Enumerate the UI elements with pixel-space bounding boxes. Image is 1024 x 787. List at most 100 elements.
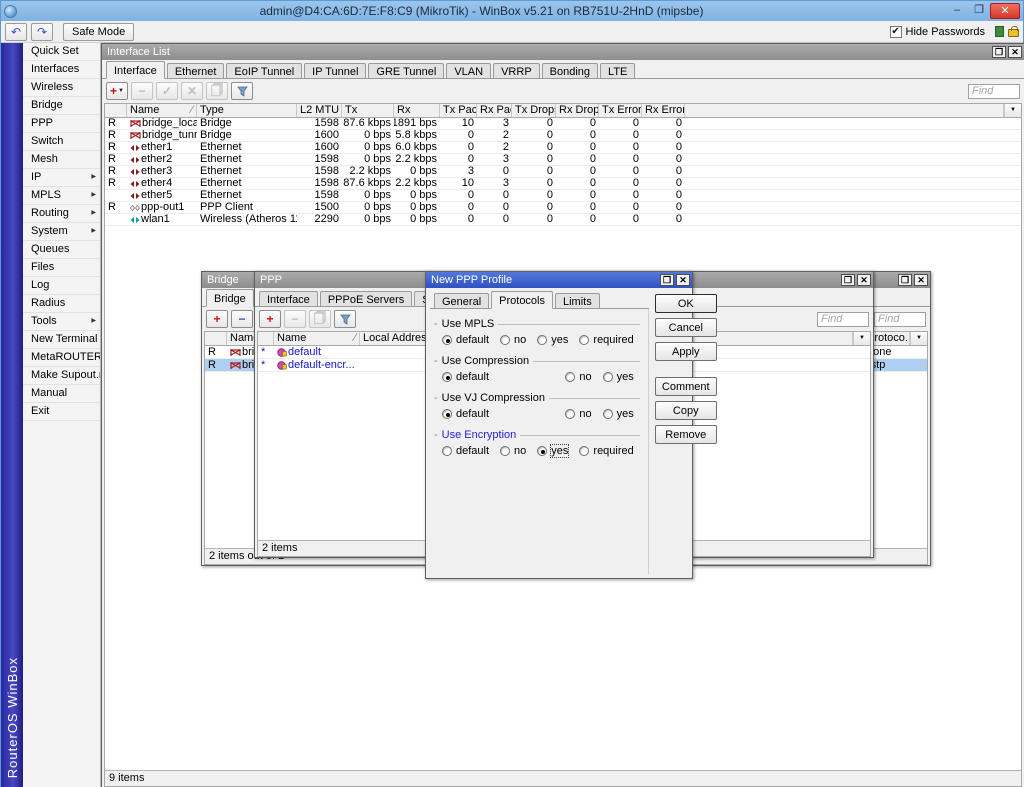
column-header-tx-drops[interactable]: Tx Drops [512, 104, 556, 117]
ppp-tab-interface[interactable]: Interface [259, 291, 318, 306]
radio-option-use-encryption-yes[interactable]: yes [537, 445, 568, 457]
radio-option-use-mpls-no[interactable]: no [500, 334, 526, 346]
column-flag[interactable] [105, 104, 127, 117]
sidebar-item-make-supout-rif[interactable]: Make Supout.rif [23, 367, 100, 385]
column-header-rx-drops[interactable]: Rx Drops [556, 104, 599, 117]
radio-icon[interactable] [500, 446, 510, 456]
radio-icon[interactable] [603, 409, 613, 419]
ppp-tab-pppoe-servers[interactable]: PPPoE Servers [320, 291, 412, 306]
add-button[interactable]: +▼ [106, 82, 128, 100]
radio-option-use-encryption-no[interactable]: no [500, 445, 526, 457]
sidebar-item-metarouter[interactable]: MetaROUTER [23, 349, 100, 367]
close-icon[interactable]: ✕ [1008, 46, 1022, 58]
interface-list-tab-lte[interactable]: LTE [600, 63, 635, 78]
interface-list-tab-eoip-tunnel[interactable]: EoIP Tunnel [226, 63, 302, 78]
add-button[interactable]: + [206, 310, 228, 328]
enable-button[interactable]: ✓ [156, 82, 178, 100]
sidebar-item-new-terminal[interactable]: New Terminal [23, 331, 100, 349]
column-header-l2-mtu[interactable]: L2 MTU [297, 104, 342, 117]
remove-button[interactable]: − [231, 310, 253, 328]
comment-icon[interactable]: 🗍 [206, 82, 228, 100]
column-header-rx-pac[interactable]: Rx Pac... [477, 104, 512, 117]
dialog-tab-limits[interactable]: Limits [555, 293, 600, 308]
table-row[interactable]: Rbridge_localBridge159887.6 kbps1891 bps… [105, 118, 1021, 130]
radio-option-use-vj-compression-default[interactable]: default [442, 408, 489, 420]
undo-icon[interactable]: ↶ [5, 23, 27, 41]
radio-icon[interactable] [442, 372, 452, 382]
column-select-dropdown[interactable]: ▼ [910, 332, 927, 345]
radio-option-use-compression-default[interactable]: default [442, 371, 489, 383]
apply-button[interactable]: Apply [655, 342, 717, 361]
radio-icon[interactable] [442, 446, 452, 456]
radio-option-use-vj-compression-yes[interactable]: yes [603, 408, 634, 420]
add-button[interactable]: + [259, 310, 281, 328]
radio-icon[interactable] [565, 409, 575, 419]
disable-button[interactable]: ✕ [181, 82, 203, 100]
column-header-name[interactable]: Name∕ [127, 104, 197, 117]
radio-option-use-encryption-default[interactable]: default [442, 445, 489, 457]
interface-list-tab-gre-tunnel[interactable]: GRE Tunnel [368, 63, 444, 78]
sidebar-item-quick-set[interactable]: Quick Set [23, 43, 100, 61]
radio-option-use-compression-no[interactable]: no [565, 371, 591, 383]
column-select-dropdown[interactable]: ▼ [1004, 104, 1021, 117]
sidebar-item-tools[interactable]: Tools▶ [23, 313, 100, 331]
maximize-button[interactable]: ❐ [968, 3, 990, 19]
interface-list-tab-vrrp[interactable]: VRRP [493, 63, 540, 78]
radio-icon[interactable] [442, 335, 452, 345]
ok-button[interactable]: OK [655, 294, 717, 313]
interface-list-tab-ip-tunnel[interactable]: IP Tunnel [304, 63, 366, 78]
sidebar-item-exit[interactable]: Exit [23, 403, 100, 421]
radio-option-use-encryption-required[interactable]: required [579, 445, 633, 457]
sidebar-item-radius[interactable]: Radius [23, 295, 100, 313]
table-row[interactable]: Rether2Ethernet15980 bps2.2 kbps030000 [105, 154, 1021, 166]
column-header-tx-pac[interactable]: Tx Pac... [440, 104, 477, 117]
radio-icon[interactable] [603, 372, 613, 382]
column-marker[interactable] [258, 332, 274, 345]
radio-icon[interactable] [442, 409, 452, 419]
column-header-rx-errors[interactable]: Rx Errors [642, 104, 685, 117]
table-row[interactable]: Rether3Ethernet15982.2 kbps0 bps300000 [105, 166, 1021, 178]
close-button[interactable]: ✕ [990, 3, 1020, 19]
column-header-tx-errors[interactable]: Tx Errors [599, 104, 642, 117]
sidebar-item-ppp[interactable]: PPP [23, 115, 100, 133]
interface-list-tab-ethernet[interactable]: Ethernet [167, 63, 225, 78]
sidebar-item-mesh[interactable]: Mesh [23, 151, 100, 169]
close-icon[interactable]: ✕ [914, 274, 928, 286]
minimize-button[interactable]: – [946, 3, 968, 19]
table-row[interactable]: Rppp-out1PPP Client15000 bps0 bps000000 [105, 202, 1021, 214]
close-icon[interactable]: ✕ [857, 274, 871, 286]
find-input[interactable] [874, 312, 926, 327]
interface-list-tab-bonding[interactable]: Bonding [542, 63, 598, 78]
sidebar-item-manual[interactable]: Manual [23, 385, 100, 403]
interface-list-tab-vlan[interactable]: VLAN [446, 63, 491, 78]
radio-icon[interactable] [537, 335, 547, 345]
sidebar-item-queues[interactable]: Queues [23, 241, 100, 259]
restore-icon[interactable]: ❐ [992, 46, 1006, 58]
radio-option-use-mpls-yes[interactable]: yes [537, 334, 568, 346]
interface-list-tab-interface[interactable]: Interface [106, 61, 165, 79]
redo-icon[interactable]: ↷ [31, 23, 53, 41]
sidebar-item-switch[interactable]: Switch [23, 133, 100, 151]
maximize-icon[interactable]: ❐ [660, 274, 674, 286]
column-flag[interactable] [205, 332, 227, 345]
comment-icon[interactable]: 🗍 [309, 310, 331, 328]
column-header-rx[interactable]: Rx [394, 104, 440, 117]
safe-mode-button[interactable]: Safe Mode [63, 23, 134, 41]
sidebar-item-mpls[interactable]: MPLS▶ [23, 187, 100, 205]
table-row[interactable]: wlan1Wireless (Atheros 11N)22900 bps0 bp… [105, 214, 1021, 226]
filter-icon[interactable] [334, 310, 356, 328]
restore-icon[interactable]: ❐ [841, 274, 855, 286]
remove-button[interactable]: Remove [655, 425, 717, 444]
table-row[interactable]: Rether4Ethernet159887.6 kbps2.2 kbps1030… [105, 178, 1021, 190]
radio-option-use-mpls-required[interactable]: required [579, 334, 633, 346]
column-header-name[interactable]: Name∕ [274, 332, 360, 345]
restore-icon[interactable]: ❐ [898, 274, 912, 286]
dialog-tab-general[interactable]: General [434, 293, 489, 308]
comment-button[interactable]: Comment [655, 377, 717, 396]
radio-option-use-mpls-default[interactable]: default [442, 334, 489, 346]
find-input[interactable] [817, 312, 869, 327]
filter-icon[interactable] [231, 82, 253, 100]
hide-passwords-checkbox[interactable]: ✔ [890, 26, 902, 38]
interface-list-titlebar[interactable]: Interface List ❐ ✕ [102, 44, 1024, 60]
cancel-button[interactable]: Cancel [655, 318, 717, 337]
